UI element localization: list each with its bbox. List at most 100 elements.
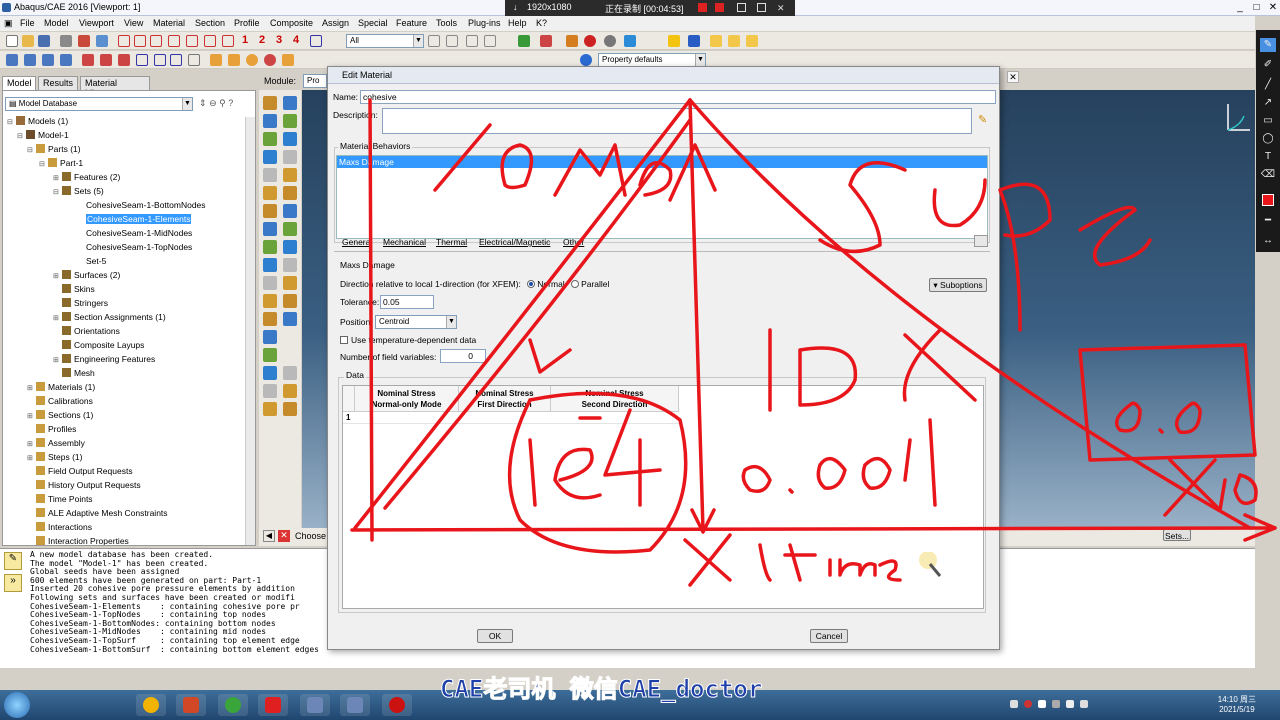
- toolbox-tool-icon[interactable]: [283, 402, 297, 416]
- selection-filter-combo[interactable]: All ▼: [346, 34, 424, 48]
- menu-general[interactable]: General: [342, 237, 372, 247]
- grid-tool-icon[interactable]: [188, 54, 200, 66]
- tree-item[interactable]: ⊟ Parts (1): [27, 143, 81, 156]
- menu-assign[interactable]: Assign: [322, 18, 349, 28]
- view-2-button[interactable]: 2: [259, 34, 265, 46]
- g-plugin-icon[interactable]: [584, 35, 596, 47]
- toolbox-tool-icon[interactable]: [283, 294, 297, 308]
- tree-item[interactable]: History Output Requests: [27, 479, 141, 492]
- network-icon[interactable]: [1066, 700, 1074, 708]
- toolbox-tool-icon[interactable]: [263, 294, 277, 308]
- model-database-combo[interactable]: ▤ Model Database ▼: [5, 97, 193, 111]
- tray-icon[interactable]: [1038, 700, 1046, 708]
- tab-model[interactable]: Model: [2, 76, 36, 90]
- table-row[interactable]: 1: [343, 412, 679, 424]
- ok-button[interactable]: OK: [477, 629, 513, 643]
- start-button-icon[interactable]: [4, 692, 30, 718]
- menu-tools[interactable]: Tools: [436, 18, 457, 28]
- tree-item[interactable]: CohesiveSeam-1-BottomNodes: [65, 199, 206, 212]
- pause-icon[interactable]: [698, 3, 707, 12]
- dialog-close-icon[interactable]: ✕: [1007, 71, 1019, 83]
- toolbox-tool-icon[interactable]: [283, 276, 297, 290]
- taskbar-app-5[interactable]: [300, 694, 330, 716]
- query-icon[interactable]: [466, 35, 478, 47]
- field-vars-stepper[interactable]: 0: [440, 349, 486, 363]
- toolbox-tool-icon[interactable]: [263, 186, 277, 200]
- render-wire-icon[interactable]: [210, 54, 222, 66]
- text-tool-icon[interactable]: T: [1260, 150, 1276, 164]
- toolbox-tool-icon[interactable]: [263, 204, 277, 218]
- undo-icon[interactable]: [96, 35, 108, 47]
- tree-item[interactable]: ⊟ Model-1: [17, 129, 69, 142]
- expand-node-icon[interactable]: ⊞: [53, 270, 62, 283]
- datum-axis-icon[interactable]: [100, 54, 112, 66]
- toolbox-tool-icon[interactable]: [283, 258, 297, 272]
- color-map-icon[interactable]: [688, 35, 700, 47]
- camera-icon[interactable]: [737, 3, 746, 12]
- datum-point-icon[interactable]: [82, 54, 94, 66]
- collapse-node-icon[interactable]: ⊟: [17, 130, 26, 143]
- toolbox-tool-icon[interactable]: [263, 276, 277, 290]
- tree-item[interactable]: Skins: [53, 283, 95, 296]
- tree-item[interactable]: ⊞ Surfaces (2): [53, 269, 120, 282]
- viewport-single-icon[interactable]: [60, 54, 72, 66]
- expand-node-icon[interactable]: ⊞: [27, 382, 36, 395]
- collapse-node-icon[interactable]: ⊟: [39, 158, 48, 171]
- expand-node-icon[interactable]: ⊞: [53, 172, 62, 185]
- behavior-item-maxs-damage[interactable]: Maxs Damage: [337, 156, 987, 168]
- render-mesh-icon[interactable]: [264, 54, 276, 66]
- tree-item[interactable]: ⊞ Engineering Features: [53, 353, 155, 366]
- toolbox-tool-icon[interactable]: [283, 150, 297, 164]
- arrow-tool-icon[interactable]: [154, 54, 166, 66]
- export-icon[interactable]: [78, 35, 90, 47]
- toolbox-tool-icon[interactable]: [263, 312, 277, 326]
- toolbox-tool-icon[interactable]: [283, 186, 297, 200]
- expand-node-icon[interactable]: ⊞: [27, 410, 36, 423]
- line-tool-icon[interactable]: [136, 54, 148, 66]
- cancel-button[interactable]: Cancel: [810, 629, 848, 643]
- sets-button[interactable]: Sets...: [1163, 529, 1191, 541]
- toolbox-tool-icon[interactable]: [263, 384, 277, 398]
- view-4-button[interactable]: 4: [293, 34, 299, 46]
- toolbox-tool-icon[interactable]: [283, 384, 297, 398]
- tree-item[interactable]: Composite Layups: [53, 339, 144, 352]
- datum-plane-icon[interactable]: [118, 54, 130, 66]
- stop-icon[interactable]: [715, 3, 724, 12]
- tree-item[interactable]: ⊞ Assembly: [27, 437, 85, 450]
- rectangle-draw-icon[interactable]: ▭: [1260, 114, 1276, 128]
- toolbox-tool-icon[interactable]: [283, 312, 297, 326]
- close-icon[interactable]: ✕: [1266, 0, 1280, 16]
- view-xy-icon[interactable]: [118, 35, 130, 47]
- tray-icon[interactable]: [1010, 700, 1018, 708]
- marker-tool-icon[interactable]: ✐: [1260, 58, 1276, 72]
- replace-icon[interactable]: [484, 35, 496, 47]
- menu-material[interactable]: Material: [153, 18, 185, 28]
- tree-item[interactable]: Profiles: [27, 423, 76, 436]
- filter-icon[interactable]: ⚲: [219, 98, 226, 108]
- tab-material-library[interactable]: Material Library: [80, 76, 150, 98]
- view-1-button[interactable]: 1: [242, 34, 248, 46]
- toolbox-tool-icon[interactable]: [283, 114, 297, 128]
- copy-icon[interactable]: [710, 35, 722, 47]
- toolbox-tool-icon[interactable]: [263, 258, 277, 272]
- expand-node-icon[interactable]: ⊞: [53, 354, 62, 367]
- toolbox-tool-icon[interactable]: [263, 348, 277, 362]
- perspective-icon[interactable]: [282, 54, 294, 66]
- expand-icon[interactable]: ⇕: [199, 98, 207, 108]
- view-yz-icon[interactable]: [134, 35, 146, 47]
- menu-special[interactable]: Special: [358, 18, 388, 28]
- collapse-node-icon[interactable]: ⊟: [53, 186, 62, 199]
- collapse-node-icon[interactable]: ⊟: [7, 116, 16, 129]
- toolbox-tool-icon[interactable]: [263, 240, 277, 254]
- delete-behavior-icon[interactable]: [974, 235, 988, 247]
- taskbar-app-1[interactable]: [136, 694, 166, 716]
- cancel-prompt-icon[interactable]: ✕: [278, 530, 290, 542]
- tree-item[interactable]: Orientations: [53, 325, 120, 338]
- position-combo[interactable]: Centroid ▼: [375, 315, 457, 329]
- expand-node-icon[interactable]: ⊞: [27, 438, 36, 451]
- clock[interactable]: 14:10 周三 2021/5/19: [1218, 695, 1256, 715]
- taskbar-app-4[interactable]: [258, 694, 288, 716]
- maximize-icon[interactable]: □: [1249, 0, 1263, 16]
- open-file-icon[interactable]: [22, 35, 34, 47]
- viewport-tile-icon[interactable]: [24, 54, 36, 66]
